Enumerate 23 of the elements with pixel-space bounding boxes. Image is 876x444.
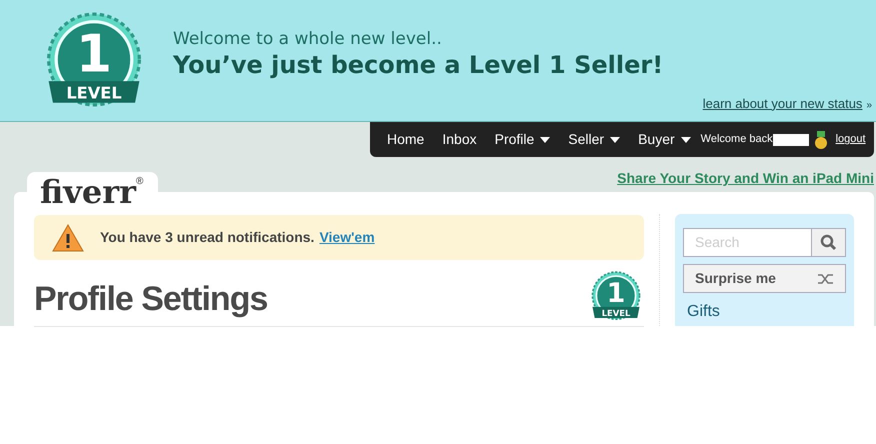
search-button[interactable] [811, 229, 845, 256]
banner-subtitle: Welcome to a whole new level.. [173, 28, 443, 50]
surprise-me-button[interactable]: Surprise me [683, 264, 846, 293]
sidebar-link[interactable]: Gifts [683, 300, 846, 324]
page-title: Profile Settings [34, 278, 268, 320]
learn-more-link[interactable]: learn about your new status [702, 94, 862, 113]
medal-icon [814, 130, 828, 148]
nav-item[interactable]: Seller [568, 129, 620, 150]
nav-item[interactable]: Profile [494, 129, 550, 150]
nav-item[interactable]: Home [387, 129, 424, 150]
link-arrow: » [866, 98, 872, 112]
nav-item[interactable]: Inbox [442, 129, 477, 150]
registered-mark: ® [136, 175, 144, 187]
search-icon [820, 234, 837, 251]
warning-icon [52, 224, 84, 252]
nav-item[interactable]: Buyer [638, 129, 691, 150]
logout-link[interactable]: logout [836, 131, 866, 148]
banner-title: You’ve just become a Level 1 Seller! [173, 50, 664, 80]
notification-text: You have 3 unread notifications. [100, 228, 314, 247]
shuffle-icon [818, 272, 834, 284]
welcome-text: Welcome back [700, 132, 773, 148]
logo: fiverr [40, 174, 136, 210]
view-notifications-link[interactable]: View'em [319, 227, 375, 248]
